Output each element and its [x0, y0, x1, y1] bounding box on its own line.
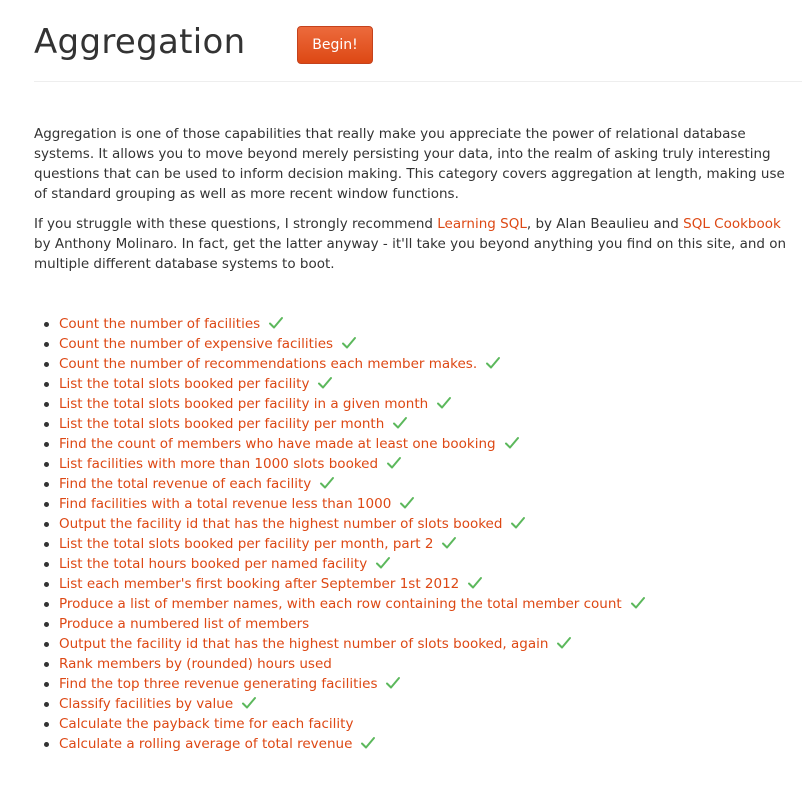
exercise-item: List the total slots booked per facility: [34, 374, 646, 394]
bullet-icon: [44, 442, 49, 447]
exercise-item: Find facilities with a total revenue les…: [34, 494, 646, 514]
recommendation-paragraph: If you struggle with these questions, I …: [34, 214, 794, 274]
checkmark-icon: [437, 397, 452, 409]
exercise-item: Count the number of recommendations each…: [34, 354, 646, 374]
checkmark-icon: [376, 557, 391, 569]
exercise-link[interactable]: Output the facility id that has the high…: [59, 516, 502, 532]
exercise-link[interactable]: List the total slots booked per facility…: [59, 416, 384, 432]
exercise-item: Produce a numbered list of members: [34, 614, 646, 634]
exercise-link[interactable]: List the total slots booked per facility…: [59, 396, 428, 412]
checkmark-icon: [630, 597, 645, 609]
bullet-icon: [44, 402, 49, 407]
checkmark-icon: [318, 377, 333, 389]
checkmark-icon: [468, 577, 483, 589]
exercise-link[interactable]: Rank members by (rounded) hours used: [59, 656, 332, 672]
bullet-icon: [44, 602, 49, 607]
exercise-item: Count the number of expensive facilities: [34, 334, 646, 354]
bullet-icon: [44, 702, 49, 707]
exercise-link[interactable]: Count the number of facilities: [59, 316, 260, 332]
bullet-icon: [44, 382, 49, 387]
exercise-link[interactable]: Calculate a rolling average of total rev…: [59, 736, 352, 752]
checkmark-icon: [504, 437, 519, 449]
bullet-icon: [44, 322, 49, 327]
bullet-icon: [44, 722, 49, 727]
page-header: Aggregation Begin!: [34, 18, 802, 82]
checkmark-icon: [400, 497, 415, 509]
exercise-item: List the total slots booked per facility…: [34, 534, 646, 554]
exercise-link[interactable]: List each member's first booking after S…: [59, 576, 459, 592]
exercise-link[interactable]: List the total hours booked per named fa…: [59, 556, 367, 572]
checkmark-icon: [269, 317, 284, 329]
bullet-icon: [44, 622, 49, 627]
exercise-link[interactable]: Find the top three revenue generating fa…: [59, 676, 377, 692]
exercise-item: Find the top three revenue generating fa…: [34, 674, 646, 694]
exercise-item: List each member's first booking after S…: [34, 574, 646, 594]
exercise-item: List the total hours booked per named fa…: [34, 554, 646, 574]
exercise-link[interactable]: Output the facility id that has the high…: [59, 636, 548, 652]
recommendation-text: If you struggle with these questions, I …: [34, 216, 438, 232]
exercise-link[interactable]: Find the total revenue of each facility: [59, 476, 311, 492]
bullet-icon: [44, 522, 49, 527]
bullet-icon: [44, 342, 49, 347]
exercise-item: Find the total revenue of each facility: [34, 474, 646, 494]
bullet-icon: [44, 362, 49, 367]
checkmark-icon: [320, 477, 335, 489]
header-divider: [34, 81, 802, 82]
checkmark-icon: [361, 737, 376, 749]
exercise-item: Output the facility id that has the high…: [34, 634, 646, 654]
checkmark-icon: [486, 357, 501, 369]
exercise-link[interactable]: Find the count of members who have made …: [59, 436, 496, 452]
exercise-link[interactable]: List the total slots booked per facility: [59, 376, 309, 392]
intro-paragraph: Aggregation is one of those capabilities…: [34, 126, 785, 202]
exercise-link[interactable]: Count the number of recommendations each…: [59, 356, 477, 372]
exercise-item: List the total slots booked per facility…: [34, 414, 646, 434]
page-title: Aggregation: [34, 22, 246, 62]
exercise-item: Find the count of members who have made …: [34, 434, 646, 454]
intro-section: Aggregation is one of those capabilities…: [34, 124, 794, 284]
begin-button[interactable]: Begin!: [297, 26, 373, 64]
recommendation-text: , by Alan Beaulieu and: [526, 216, 684, 232]
sql-cookbook-link[interactable]: SQL Cookbook: [683, 216, 781, 232]
exercise-item: Classify facilities by value: [34, 694, 646, 714]
exercise-item: Rank members by (rounded) hours used: [34, 654, 646, 674]
exercise-item: Produce a list of member names, with eac…: [34, 594, 646, 614]
bullet-icon: [44, 562, 49, 567]
exercise-link[interactable]: Count the number of expensive facilities: [59, 336, 333, 352]
bullet-icon: [44, 422, 49, 427]
exercise-link[interactable]: Calculate the payback time for each faci…: [59, 716, 353, 732]
exercise-list: Count the number of facilities Count the …: [34, 314, 646, 754]
exercise-link[interactable]: List the total slots booked per facility…: [59, 536, 433, 552]
exercise-item: Count the number of facilities: [34, 314, 646, 334]
exercise-item: Calculate a rolling average of total rev…: [34, 734, 646, 754]
checkmark-icon: [387, 457, 402, 469]
exercise-link[interactable]: Produce a list of member names, with eac…: [59, 596, 622, 612]
bullet-icon: [44, 502, 49, 507]
checkmark-icon: [342, 337, 357, 349]
bullet-icon: [44, 482, 49, 487]
bullet-icon: [44, 682, 49, 687]
bullet-icon: [44, 582, 49, 587]
exercise-link[interactable]: Produce a numbered list of members: [59, 616, 309, 632]
exercise-link[interactable]: List facilities with more than 1000 slot…: [59, 456, 378, 472]
bullet-icon: [44, 462, 49, 467]
exercise-item: List the total slots booked per facility…: [34, 394, 646, 414]
exercise-item: Calculate the payback time for each faci…: [34, 714, 646, 734]
bullet-icon: [44, 662, 49, 667]
bullet-icon: [44, 742, 49, 747]
checkmark-icon: [393, 417, 408, 429]
checkmark-icon: [511, 517, 526, 529]
bullet-icon: [44, 542, 49, 547]
checkmark-icon: [557, 637, 572, 649]
exercise-item: List facilities with more than 1000 slot…: [34, 454, 646, 474]
checkmark-icon: [386, 677, 401, 689]
bullet-icon: [44, 642, 49, 647]
exercise-item: Output the facility id that has the high…: [34, 514, 646, 534]
exercise-link[interactable]: Find facilities with a total revenue les…: [59, 496, 391, 512]
recommendation-text: by Anthony Molinaro. In fact, get the la…: [34, 236, 787, 272]
exercise-link[interactable]: Classify facilities by value: [59, 696, 233, 712]
checkmark-icon: [442, 537, 457, 549]
learning-sql-link[interactable]: Learning SQL: [437, 216, 527, 232]
checkmark-icon: [242, 697, 257, 709]
